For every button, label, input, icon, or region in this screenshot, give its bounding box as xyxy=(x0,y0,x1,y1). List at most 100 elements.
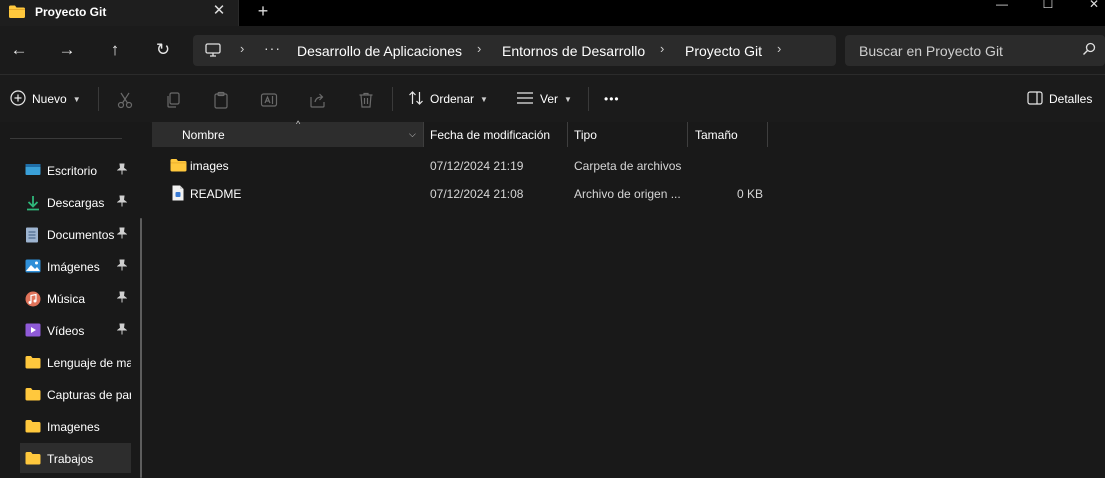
new-tab-button[interactable]: + xyxy=(252,1,274,21)
breadcrumb-separator: › xyxy=(777,41,782,56)
new-label: Nuevo xyxy=(32,92,67,106)
sidebar-item-imagenes-folder[interactable]: Imagenes xyxy=(20,411,131,441)
close-window-button[interactable]: ✕ xyxy=(1071,0,1105,12)
breadcrumb-separator: › xyxy=(660,41,665,56)
desktop-icon xyxy=(25,163,41,177)
sidebar-item-trabajos[interactable]: Trabajos xyxy=(20,443,131,473)
sort-ascending-icon: ^ xyxy=(296,119,301,129)
file-name: images xyxy=(190,159,229,173)
sidebar-item-label: Lenguaje de ma xyxy=(47,356,131,370)
sidebar-item-label: Imagenes xyxy=(47,420,100,434)
title-bar: Proyecto Git ✕ + — ☐ ✕ xyxy=(0,0,1105,26)
details-button[interactable]: Detalles xyxy=(1027,75,1092,123)
file-size: 0 KB xyxy=(737,187,764,201)
breadcrumb-item[interactable]: Desarrollo de Aplicaciones xyxy=(297,43,462,59)
music-icon xyxy=(25,291,41,307)
minimize-button[interactable]: — xyxy=(979,0,1025,12)
sidebar-item-descargas[interactable]: Descargas xyxy=(20,187,131,217)
view-icon xyxy=(516,91,534,108)
file-modified: 07/12/2024 21:08 xyxy=(430,187,524,201)
search-icon xyxy=(1082,42,1096,59)
sidebar-item-videos[interactable]: Vídeos xyxy=(20,315,131,345)
sidebar-item-musica[interactable]: Música xyxy=(20,283,131,313)
sidebar-item-imagenes[interactable]: Imágenes xyxy=(20,251,131,281)
navigation-pane: Escritorio Descargas Documentos Imágenes… xyxy=(0,122,150,478)
share-icon[interactable] xyxy=(309,91,327,109)
sidebar-scrollbar[interactable] xyxy=(140,218,142,478)
pin-icon xyxy=(116,163,128,175)
download-icon xyxy=(25,195,41,211)
breadcrumb-more-button[interactable]: ··· xyxy=(264,40,281,56)
sort-icon xyxy=(408,90,424,109)
chevron-down-icon: ▼ xyxy=(72,94,81,104)
search-input[interactable]: Buscar en Proyecto Git xyxy=(859,43,1003,59)
column-divider[interactable] xyxy=(767,122,768,147)
add-circle-icon xyxy=(10,89,26,109)
file-modified: 07/12/2024 21:19 xyxy=(430,159,524,173)
column-header-label: Fecha de modificación xyxy=(430,128,551,142)
pin-icon xyxy=(116,195,128,207)
sidebar-item-label: Capturas de par xyxy=(47,388,131,402)
pin-icon xyxy=(116,291,128,303)
folder-icon xyxy=(25,451,41,465)
tab-title: Proyecto Git xyxy=(35,5,107,19)
chevron-down-icon: ▼ xyxy=(480,94,488,104)
tab-proyecto-git[interactable]: Proyecto Git ✕ xyxy=(0,0,239,26)
file-name: README xyxy=(190,187,242,201)
folder-icon xyxy=(25,355,41,369)
details-pane-icon xyxy=(1027,90,1043,108)
folder-icon xyxy=(25,387,41,401)
delete-icon[interactable] xyxy=(357,91,375,109)
file-type: Archivo de origen ... xyxy=(574,187,681,201)
breadcrumb-item[interactable]: Proyecto Git xyxy=(685,43,762,59)
details-label: Detalles xyxy=(1049,92,1093,106)
divider xyxy=(392,87,393,111)
sidebar-item-label: Trabajos xyxy=(47,452,94,466)
computer-icon xyxy=(205,43,221,60)
forward-button[interactable]: → xyxy=(53,38,81,62)
maximize-button[interactable]: ☐ xyxy=(1025,0,1071,12)
sidebar-item-lenguaje[interactable]: Lenguaje de ma xyxy=(20,347,131,377)
sidebar-item-escritorio[interactable]: Escritorio xyxy=(20,155,131,185)
column-header-label: Tipo xyxy=(574,128,597,142)
column-header-size[interactable]: Tamaño xyxy=(688,122,767,147)
divider xyxy=(588,87,589,111)
file-type: Carpeta de archivos xyxy=(574,159,682,173)
pictures-icon xyxy=(25,259,41,273)
sort-button[interactable]: Ordenar ▼ xyxy=(408,75,488,123)
folder-icon xyxy=(8,4,26,22)
column-header-name[interactable]: ^ Nombre ⌵ xyxy=(152,119,423,147)
column-header-type[interactable]: Tipo xyxy=(568,122,687,147)
column-header-label: Tamaño xyxy=(695,128,738,142)
column-header-date[interactable]: Fecha de modificación xyxy=(424,122,567,147)
file-row-readme[interactable]: README 07/12/2024 21:08 Archivo de orige… xyxy=(152,180,772,208)
view-button[interactable]: Ver ▼ xyxy=(516,75,572,123)
breadcrumb-item[interactable]: Entornos de Desarrollo xyxy=(502,43,645,59)
paste-icon[interactable] xyxy=(212,91,230,109)
tab-close-button[interactable]: ✕ xyxy=(211,2,227,20)
videos-icon xyxy=(25,323,41,337)
breadcrumb-separator: › xyxy=(477,41,482,56)
pin-icon xyxy=(116,259,128,271)
back-button[interactable]: ← xyxy=(5,38,33,62)
sidebar-item-documentos[interactable]: Documentos xyxy=(20,219,131,249)
new-button[interactable]: Nuevo ▼ xyxy=(10,75,81,123)
column-header-label: Nombre xyxy=(182,128,225,142)
command-bar: Nuevo ▼ Ordenar ▼ Ver ▼ ••• Detalles xyxy=(0,74,1105,123)
breadcrumb-separator: › xyxy=(240,41,245,56)
up-button[interactable]: ↑ xyxy=(101,38,129,62)
copy-icon[interactable] xyxy=(164,91,182,109)
search-box[interactable]: Buscar en Proyecto Git xyxy=(845,35,1105,66)
address-bar[interactable]: › ··· Desarrollo de Aplicaciones › Entor… xyxy=(193,35,836,66)
sidebar-item-capturas[interactable]: Capturas de par xyxy=(20,379,131,409)
more-options-button[interactable]: ••• xyxy=(604,75,620,123)
documents-icon xyxy=(25,227,41,243)
folder-icon xyxy=(25,419,41,433)
refresh-button[interactable]: ↻ xyxy=(149,38,177,62)
rename-icon[interactable] xyxy=(260,91,278,109)
navigation-bar: ← → ↑ ↻ › ··· Desarrollo de Aplicaciones… xyxy=(0,26,1105,74)
file-row-images[interactable]: images 07/12/2024 21:19 Carpeta de archi… xyxy=(152,152,772,180)
chevron-down-icon: ⌵ xyxy=(409,129,416,139)
cut-icon[interactable] xyxy=(116,91,134,109)
file-list: ^ Nombre ⌵ Fecha de modificación Tipo Ta… xyxy=(152,119,1105,478)
